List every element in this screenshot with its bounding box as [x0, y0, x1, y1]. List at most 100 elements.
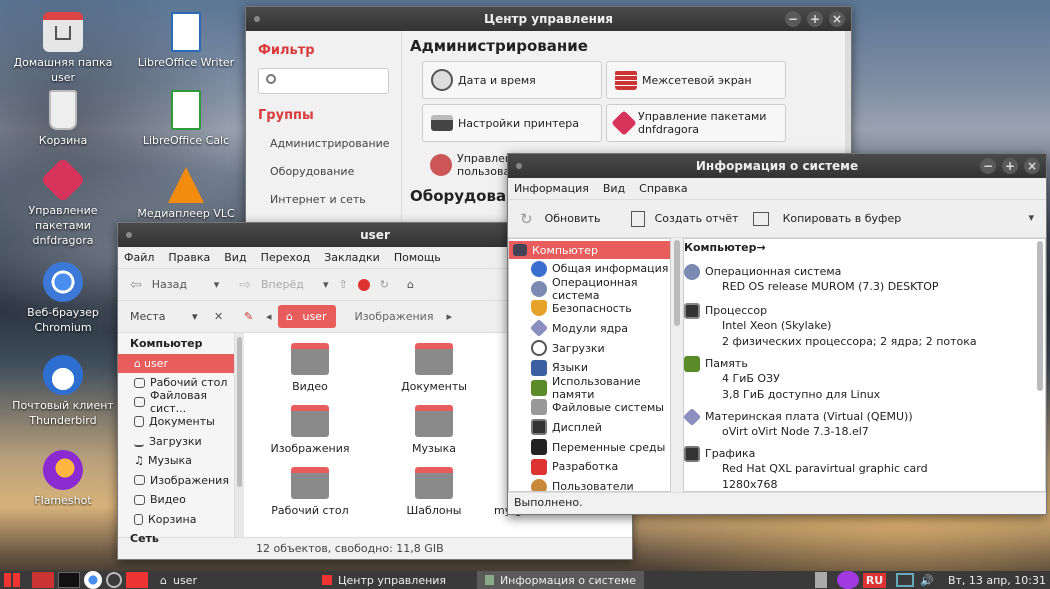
tree-item[interactable]: Разработка	[509, 457, 670, 477]
chevron-down-icon[interactable]: ▾	[214, 278, 220, 291]
sidebar-item-filesystem[interactable]: Файловая сист...	[118, 389, 234, 415]
tree-item[interactable]: Модули ядра	[509, 318, 670, 338]
search-icon[interactable]	[106, 572, 122, 588]
chevron-down-icon[interactable]: ▾	[323, 278, 329, 291]
tree-scrollbar[interactable]	[671, 238, 683, 492]
sysinfo-titlebar[interactable]: Информация о системе − + ×	[508, 154, 1046, 178]
desktop-icon-flameshot[interactable]: Flameshot	[8, 450, 118, 508]
group-item[interactable]: Оборудование	[258, 165, 389, 193]
minimize-icon[interactable]: −	[785, 11, 801, 27]
tree-item[interactable]: Переменные среды	[509, 437, 670, 457]
desktop-icon-chromium[interactable]: Веб-браузер Chromium	[8, 262, 118, 335]
menu-bookmarks[interactable]: Закладки	[324, 251, 380, 264]
desktop-icon-calc[interactable]: LibreOffice Calc	[131, 90, 241, 148]
up-arrow-icon[interactable]: ⇧	[339, 278, 348, 291]
item-firewall[interactable]: Межсетевой экран	[606, 61, 786, 99]
sidebar-item-downloads[interactable]: Загрузки	[118, 432, 234, 452]
sidebar-item-pictures[interactable]: Изображения	[118, 471, 234, 491]
menu-file[interactable]: Файл	[124, 251, 154, 264]
tree-item[interactable]: Использование памяти	[509, 375, 670, 401]
stop-icon[interactable]	[357, 278, 370, 291]
back-button[interactable]: Назад	[152, 278, 204, 291]
desktop-icon-trash[interactable]: Корзина	[8, 90, 118, 148]
reload-icon[interactable]: ↻	[380, 278, 389, 291]
group-item[interactable]: Администрирование	[258, 137, 390, 165]
control-center-titlebar[interactable]: Центр управления − + ×	[246, 7, 851, 31]
clock[interactable]: Вт, 13 апр, 10:31	[948, 574, 1046, 587]
sidebar-item-videos[interactable]: Видео	[118, 490, 234, 510]
path-right-icon[interactable]: ▸	[446, 310, 452, 323]
home-icon[interactable]: ⌂	[407, 278, 414, 291]
menu-go[interactable]: Переход	[261, 251, 311, 264]
start-menu-icon[interactable]	[4, 573, 20, 587]
refresh-button[interactable]: Обновить	[545, 212, 631, 225]
close-icon[interactable]: ×	[829, 11, 845, 27]
menu-view[interactable]: Вид	[224, 251, 246, 264]
file-item[interactable]: Изображения	[262, 405, 358, 455]
sidebar-scrollbar[interactable]	[234, 333, 244, 537]
desktop-icon-vlc[interactable]: Медиаплеер VLC	[131, 167, 241, 221]
chevron-down-icon[interactable]: ▾	[1028, 211, 1034, 224]
chromium-icon[interactable]	[84, 571, 102, 589]
maximize-icon[interactable]: +	[1002, 158, 1018, 174]
task-sysinfo[interactable]: Информация о системе	[477, 571, 644, 589]
chevron-down-icon[interactable]: ▾	[192, 310, 214, 323]
copy-button[interactable]: Копировать в буфер	[783, 212, 902, 225]
sidebar-item-trash[interactable]: Корзина	[118, 510, 234, 530]
window-menu-icon[interactable]	[126, 232, 132, 238]
path-images-button[interactable]: Изображения	[354, 310, 446, 323]
task-control-center[interactable]: Центр управления	[314, 571, 477, 589]
sidebar-item-user[interactable]: ⌂ user	[118, 354, 234, 373]
file-item[interactable]: Рабочий стол	[262, 467, 358, 517]
volume-icon[interactable]: 🔊	[920, 574, 934, 587]
minimize-icon[interactable]: −	[980, 158, 996, 174]
filter-search-input[interactable]	[258, 68, 389, 94]
window-menu-icon[interactable]	[516, 163, 522, 169]
menu-help[interactable]: Справка	[639, 182, 687, 195]
back-arrow-icon[interactable]: ⇦	[130, 277, 142, 293]
details-scrollbar[interactable]	[1037, 241, 1043, 391]
network-icon[interactable]	[896, 573, 915, 587]
path-home-button[interactable]: ⌂ user	[278, 305, 337, 328]
desktop-icon-thunderbird[interactable]: Почтовый клиент Thunderbird	[8, 355, 118, 428]
tree-item[interactable]: Загрузки	[509, 338, 670, 358]
edit-path-icon[interactable]: ✎	[244, 310, 266, 323]
close-sidebar-icon[interactable]: ✕	[214, 310, 244, 323]
tree-item[interactable]: Пользователи	[509, 477, 670, 491]
desktop-icon-home[interactable]: Домашняя папка user	[8, 12, 118, 85]
item-date-time[interactable]: Дата и время	[422, 61, 602, 99]
tree-item-computer[interactable]: Компьютер	[509, 241, 670, 259]
item-dnfdragora[interactable]: Управление пакетами dnfdragora	[606, 104, 786, 142]
launcher-icon[interactable]	[32, 572, 54, 588]
forward-arrow-icon[interactable]: ⇨	[239, 277, 251, 293]
group-item[interactable]: Интернет и сеть	[258, 193, 389, 221]
menu-edit[interactable]: Правка	[168, 251, 210, 264]
menu-info[interactable]: Информация	[514, 182, 589, 195]
path-left-icon[interactable]: ◂	[266, 310, 278, 323]
terminal-icon[interactable]	[58, 572, 80, 588]
task-file-manager[interactable]: ⌂ user	[152, 571, 314, 589]
tree-item[interactable]: Файловые системы	[509, 398, 670, 418]
tree-item[interactable]: Операционная система	[509, 276, 670, 302]
sidebar-item-music[interactable]: ♫ Музыка	[118, 451, 234, 471]
menu-help[interactable]: Помощь	[394, 251, 441, 264]
control-center-icon[interactable]	[126, 572, 148, 588]
item-printer[interactable]: Настройки принтера	[422, 104, 602, 142]
file-item[interactable]: Документы	[386, 343, 482, 393]
maximize-icon[interactable]: +	[807, 11, 823, 27]
clipboard-icon[interactable]	[814, 572, 827, 588]
tree-item[interactable]: Дисплей	[509, 417, 670, 437]
close-icon[interactable]: ×	[1024, 158, 1040, 174]
menu-view[interactable]: Вид	[603, 182, 625, 195]
places-label[interactable]: Места	[130, 310, 192, 323]
desktop-icon-writer[interactable]: LibreOffice Writer	[131, 12, 241, 70]
language-indicator[interactable]: RU	[862, 572, 887, 588]
file-item[interactable]: Шаблоны	[386, 467, 482, 517]
file-item[interactable]: Музыка	[386, 405, 482, 455]
window-menu-icon[interactable]	[254, 16, 260, 22]
flameshot-tray-icon[interactable]	[836, 571, 859, 589]
desktop-icon-dnfdragora[interactable]: Управление пакетами dnfdragora	[8, 157, 118, 248]
forward-button[interactable]: Вперёд	[261, 278, 313, 291]
report-button[interactable]: Создать отчёт	[655, 212, 753, 225]
file-item[interactable]: Видео	[262, 343, 358, 393]
